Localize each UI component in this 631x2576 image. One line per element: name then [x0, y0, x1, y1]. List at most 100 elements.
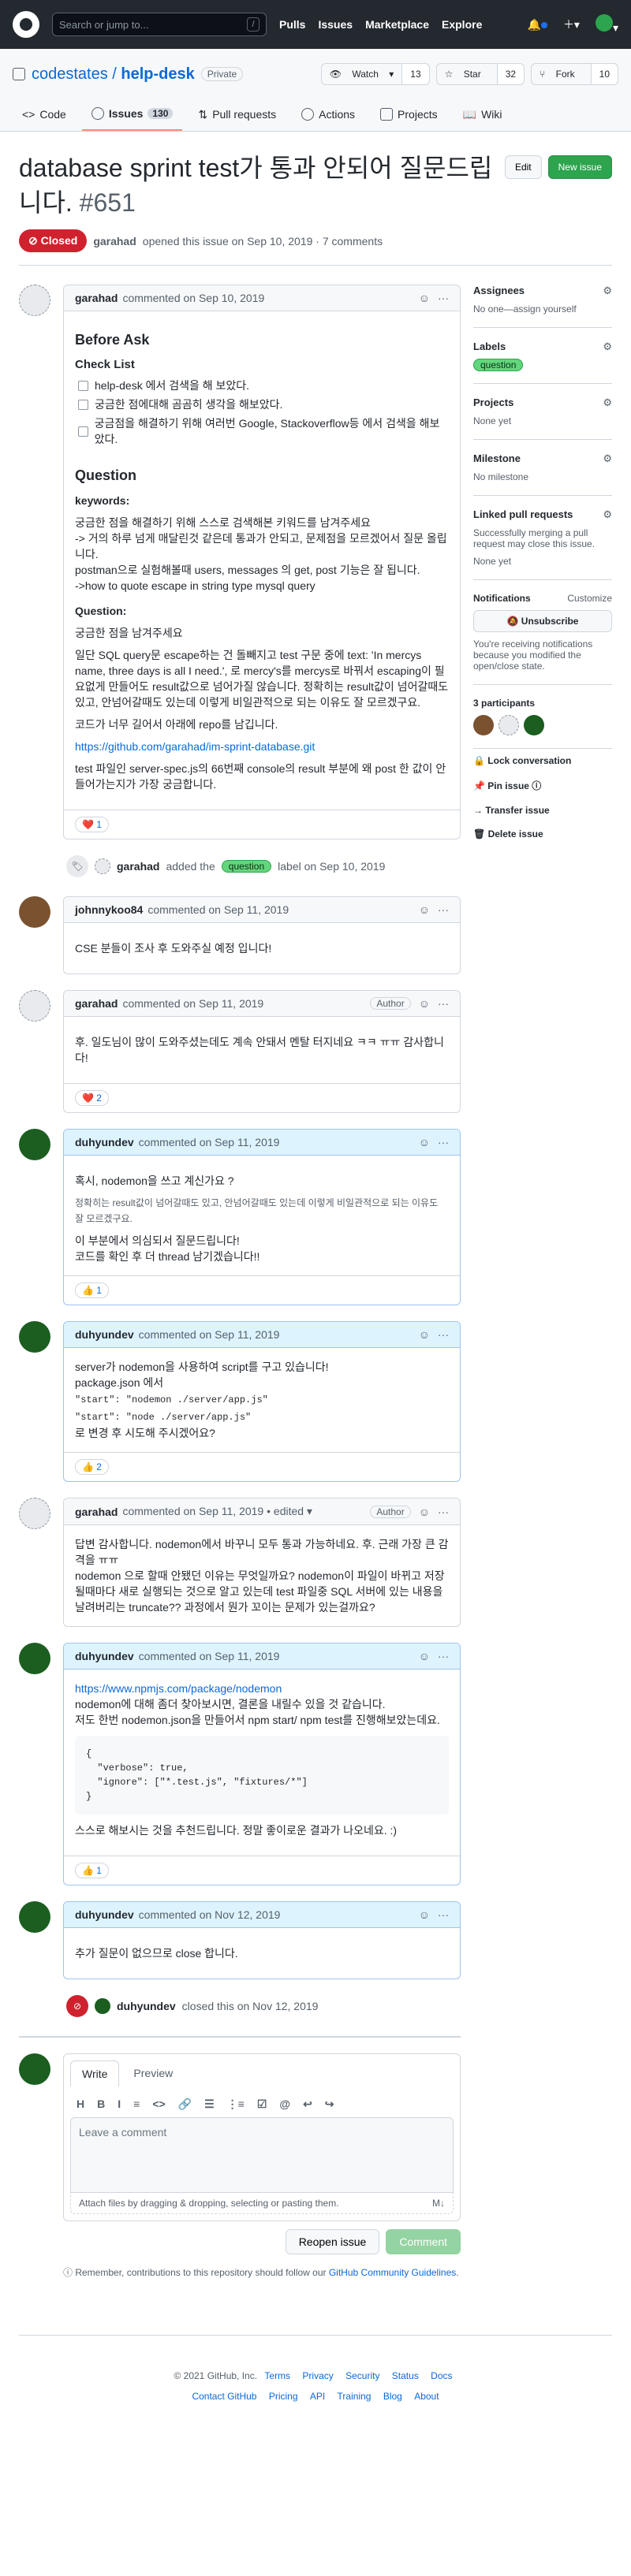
- avatar[interactable]: [19, 1321, 50, 1353]
- new-issue-button[interactable]: New issue: [547, 155, 612, 179]
- code-icon[interactable]: <>: [152, 2098, 165, 2111]
- avatar[interactable]: [473, 715, 494, 735]
- emoji-icon[interactable]: ☺: [419, 292, 430, 304]
- comment-author[interactable]: duhyundev: [75, 1650, 134, 1662]
- reaction-heart[interactable]: ❤️ 2: [75, 1090, 109, 1106]
- more-options-icon[interactable]: ···: [438, 997, 449, 1010]
- footer-link-contact[interactable]: Contact GitHub: [192, 2391, 256, 2402]
- reply-icon[interactable]: ↪: [325, 2098, 334, 2111]
- comment-author[interactable]: duhyundev: [75, 1136, 134, 1148]
- more-options-icon[interactable]: ···: [438, 1506, 449, 1518]
- checkbox[interactable]: [78, 399, 88, 410]
- tab-preview[interactable]: Preview: [122, 2060, 184, 2086]
- italic-icon[interactable]: I: [118, 2098, 121, 2111]
- delete-issue[interactable]: 🗑 Delete issue: [473, 822, 612, 846]
- more-options-icon[interactable]: ···: [438, 292, 449, 304]
- sidebar-value[interactable]: No one—assign yourself: [473, 303, 577, 315]
- emoji-icon[interactable]: ☺: [419, 903, 430, 916]
- comment-author[interactable]: duhyundev: [75, 1908, 134, 1921]
- tab-write[interactable]: Write: [70, 2060, 120, 2086]
- reaction-heart[interactable]: ❤️ 1: [75, 817, 109, 832]
- footer-link-privacy[interactable]: Privacy: [302, 2370, 333, 2381]
- comment-time[interactable]: commented on Sep 11, 2019: [139, 1136, 280, 1148]
- reopen-issue-button[interactable]: Reopen issue: [285, 2229, 380, 2254]
- avatar[interactable]: [19, 1498, 50, 1529]
- avatar[interactable]: [19, 1901, 50, 1933]
- github-logo-icon[interactable]: [13, 11, 39, 38]
- nodemon-link[interactable]: https://www.npmjs.com/package/nodemon: [75, 1682, 282, 1695]
- repo-owner-link[interactable]: codestates: [32, 65, 108, 83]
- footer-link-terms[interactable]: Terms: [264, 2370, 290, 2381]
- attach-files[interactable]: Attach files by dragging & dropping, sel…: [70, 2193, 454, 2214]
- numbered-list-icon[interactable]: ⋮≡: [227, 2098, 245, 2111]
- bold-icon[interactable]: B: [97, 2098, 105, 2111]
- comment-author[interactable]: garahad: [75, 997, 118, 1010]
- footer-link-training[interactable]: Training: [338, 2391, 372, 2402]
- emoji-icon[interactable]: ☺: [419, 1506, 430, 1518]
- emoji-icon[interactable]: ☺: [419, 1650, 430, 1662]
- footer-link-security[interactable]: Security: [345, 2370, 379, 2381]
- guidelines-link[interactable]: GitHub Community Guidelines: [329, 2267, 456, 2278]
- sidebar-milestone[interactable]: Milestone No milestone: [473, 440, 612, 496]
- reaction-thumbs-up[interactable]: 👍 1: [75, 1282, 109, 1298]
- more-options-icon[interactable]: ···: [438, 1908, 449, 1921]
- event-author[interactable]: duhyundev: [117, 2000, 176, 2012]
- label-question[interactable]: question: [473, 359, 524, 371]
- edit-button[interactable]: Edit: [504, 155, 542, 179]
- user-menu[interactable]: ▾: [595, 14, 618, 35]
- sidebar-labels[interactable]: Labels question: [473, 328, 612, 384]
- customize-link[interactable]: Customize: [567, 593, 612, 604]
- emoji-icon[interactable]: ☺: [419, 1908, 430, 1921]
- lock-conversation[interactable]: 🔒 Lock conversation: [473, 749, 612, 772]
- avatar[interactable]: [19, 285, 50, 316]
- avatar[interactable]: [524, 715, 544, 735]
- more-options-icon[interactable]: ···: [438, 1328, 449, 1341]
- sidebar-projects[interactable]: Projects None yet: [473, 384, 612, 440]
- comment-time[interactable]: commented on Nov 12, 2019: [139, 1908, 281, 1921]
- avatar[interactable]: [19, 990, 50, 1022]
- repo-name-link[interactable]: help-desk: [121, 65, 194, 83]
- search-input[interactable]: Search or jump to... /: [52, 13, 267, 36]
- watch-button[interactable]: 👁 Watch ▾ 13: [320, 63, 430, 85]
- issue-author-link[interactable]: garahad: [93, 235, 136, 248]
- footer-link-about[interactable]: About: [414, 2391, 439, 2402]
- comment-textarea[interactable]: Leave a comment: [70, 2117, 454, 2193]
- comment-author[interactable]: duhyundev: [75, 1328, 134, 1341]
- reaction-thumbs-up[interactable]: 👍 1: [75, 1863, 109, 1878]
- reference-icon[interactable]: ↩: [303, 2098, 312, 2111]
- watch-count[interactable]: 13: [401, 64, 429, 84]
- comment-time[interactable]: commented on Sep 11, 2019: [139, 1650, 280, 1662]
- pin-issue[interactable]: 📌 Pin issue ⓘ: [473, 772, 612, 798]
- avatar[interactable]: [19, 1129, 50, 1160]
- notifications-icon[interactable]: 🔔: [528, 18, 547, 32]
- comment-author[interactable]: garahad: [75, 292, 118, 304]
- quote-icon[interactable]: ≡: [133, 2098, 140, 2111]
- task-list-icon[interactable]: ☑: [257, 2098, 267, 2111]
- checkbox[interactable]: [78, 426, 88, 437]
- tab-issues[interactable]: Issues 130: [81, 101, 183, 131]
- avatar[interactable]: [95, 1998, 110, 2014]
- star-count[interactable]: 32: [496, 64, 525, 84]
- sidebar-linked-prs[interactable]: Linked pull requests Successfully merging…: [473, 496, 612, 580]
- checkbox[interactable]: [78, 380, 88, 391]
- mention-icon[interactable]: @: [279, 2098, 290, 2111]
- comment-time[interactable]: commented on Sep 11, 2019: [139, 1328, 280, 1341]
- tab-projects[interactable]: Projects: [371, 101, 447, 131]
- bulleted-list-icon[interactable]: ☰: [204, 2098, 215, 2111]
- repo-link[interactable]: https://github.com/garahad/im-sprint-dat…: [75, 740, 315, 753]
- event-author[interactable]: garahad: [117, 860, 159, 873]
- nav-explore[interactable]: Explore: [442, 18, 482, 31]
- nav-issues[interactable]: Issues: [318, 18, 353, 31]
- label-question[interactable]: question: [221, 860, 272, 873]
- footer-link-blog[interactable]: Blog: [383, 2391, 402, 2402]
- tab-wiki[interactable]: 📖 Wiki: [454, 101, 512, 131]
- unsubscribe-button[interactable]: 🔕 Unsubscribe: [473, 610, 612, 632]
- heading-icon[interactable]: H: [77, 2098, 84, 2111]
- transfer-issue[interactable]: → Transfer issue: [473, 798, 612, 822]
- fork-count[interactable]: 10: [590, 64, 618, 84]
- nav-marketplace[interactable]: Marketplace: [365, 18, 429, 31]
- avatar[interactable]: [19, 1643, 50, 1674]
- emoji-icon[interactable]: ☺: [419, 1328, 430, 1341]
- emoji-icon[interactable]: ☺: [419, 997, 430, 1010]
- reaction-thumbs-up[interactable]: 👍 2: [75, 1459, 109, 1475]
